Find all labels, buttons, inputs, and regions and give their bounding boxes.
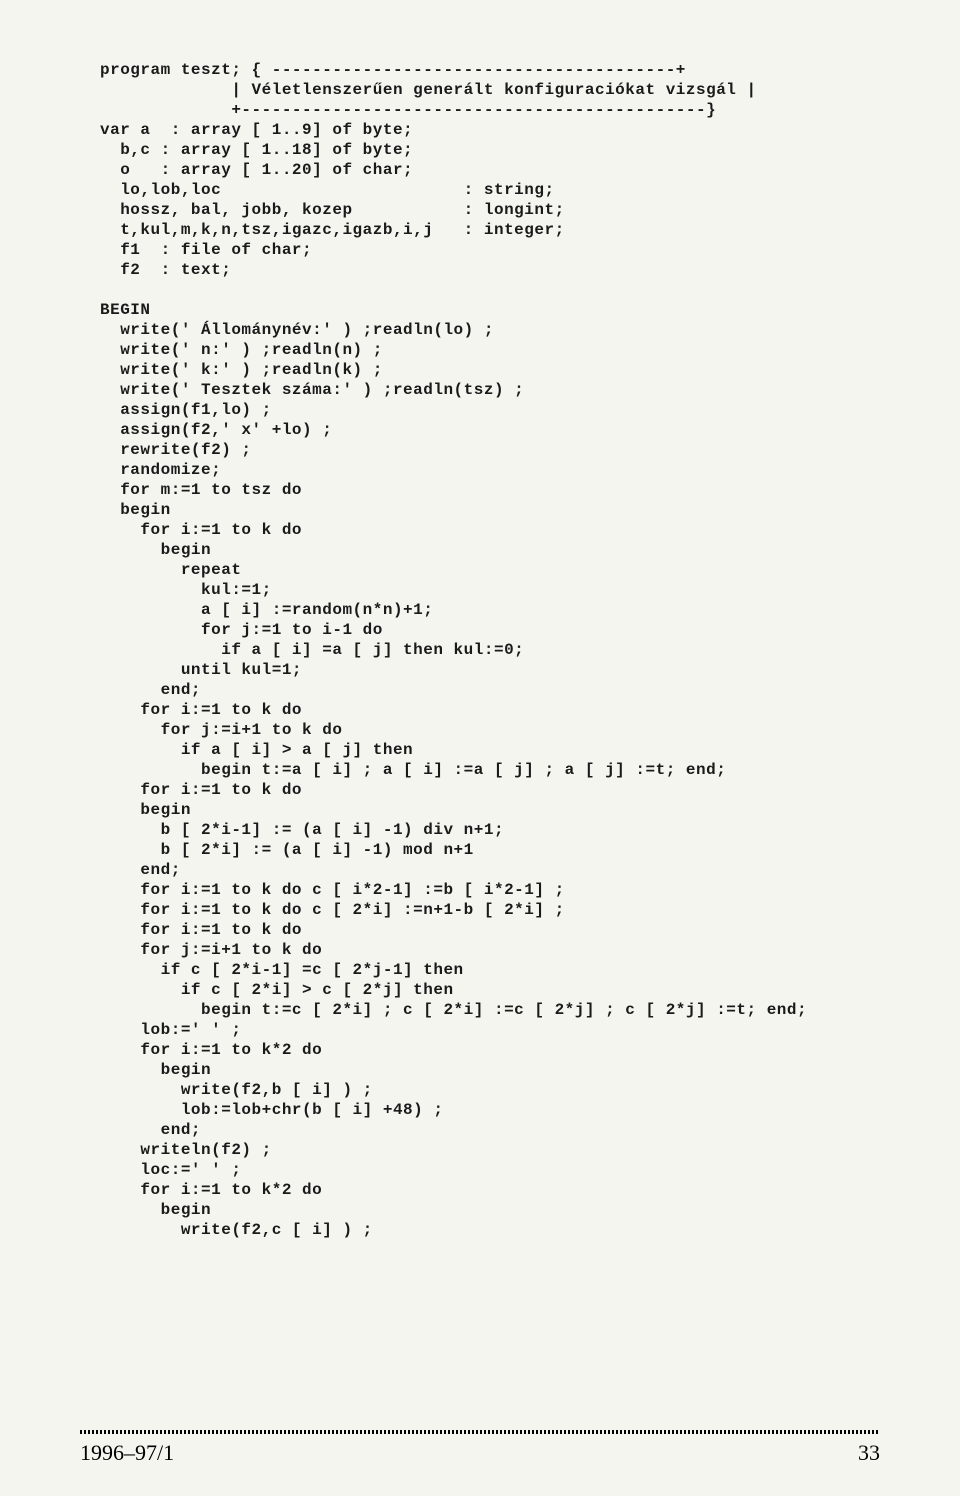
page-footer: 1996–97/1 33 bbox=[80, 1430, 880, 1466]
code-listing: program teszt; { -----------------------… bbox=[100, 60, 880, 1240]
page-number: 33 bbox=[858, 1440, 880, 1466]
footer-separator bbox=[80, 1430, 880, 1434]
issue-label: 1996–97/1 bbox=[80, 1440, 174, 1466]
